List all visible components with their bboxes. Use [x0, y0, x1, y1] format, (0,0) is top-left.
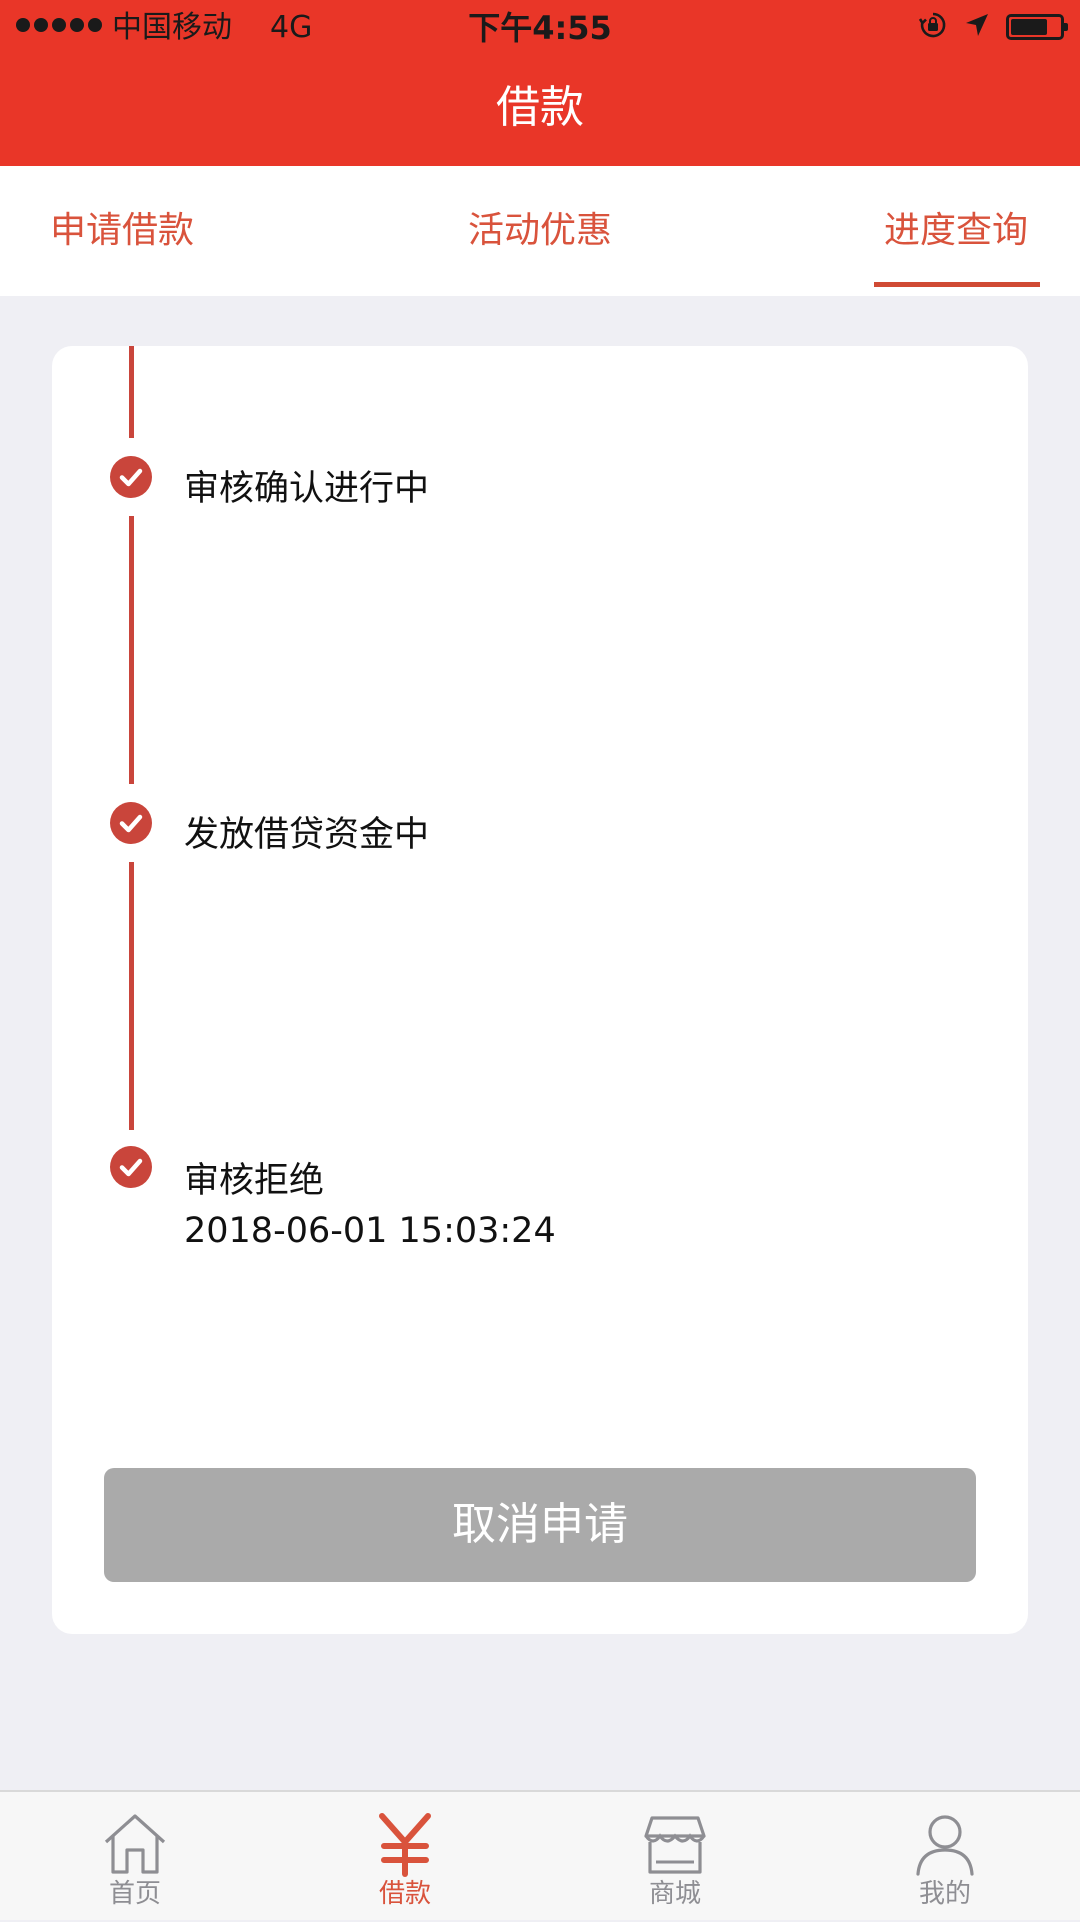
- tab-progress-query[interactable]: 进度查询: [884, 206, 1028, 256]
- tabbar-label: 商城: [648, 1879, 701, 1909]
- bottom-tab-bar: 首页 借款 商城 我的: [0, 1790, 1080, 1920]
- check-circle-icon: [110, 802, 152, 844]
- tabbar-item-me[interactable]: 我的: [855, 1792, 1035, 1922]
- check-circle-icon: [110, 1146, 152, 1188]
- tabbar-label: 我的: [918, 1879, 971, 1909]
- rotation-lock-icon: [918, 10, 948, 44]
- timeline-step-time: 2018-06-01 15:03:24: [184, 1211, 556, 1251]
- top-bar: 中国移动 4G 下午4:55 借款: [0, 0, 1080, 166]
- timeline-connector: [129, 862, 134, 1130]
- tabbar-label: 首页: [108, 1879, 161, 1909]
- status-bar: 中国移动 4G 下午4:55: [0, 0, 1080, 56]
- page-title: 借款: [496, 82, 584, 133]
- tabbar-item-loan[interactable]: 借款: [315, 1792, 495, 1922]
- user-icon: [910, 1810, 980, 1878]
- battery-icon: [1006, 14, 1068, 40]
- timeline-step-title: 审核确认进行中: [184, 469, 430, 509]
- segment-tabs: 申请借款 活动优惠 进度查询: [0, 166, 1080, 296]
- check-circle-icon: [110, 456, 152, 498]
- timeline-step-title: 发放借贷资金中: [184, 815, 430, 855]
- tabbar-item-home[interactable]: 首页: [45, 1792, 225, 1922]
- yen-icon: [370, 1810, 440, 1878]
- cancel-application-button[interactable]: 取消申请: [104, 1468, 976, 1582]
- progress-card: 审核确认进行中 发放借贷资金中 审核拒绝 2018-06-01 15:03:24…: [52, 346, 1028, 1634]
- shop-icon: [640, 1810, 710, 1878]
- timeline-connector: [129, 516, 134, 784]
- tabbar-item-mall[interactable]: 商城: [585, 1792, 765, 1922]
- timeline-step-title: 审核拒绝: [184, 1161, 325, 1201]
- location-arrow-icon: [964, 12, 990, 42]
- active-tab-indicator: [874, 282, 1040, 287]
- status-right-icons: [918, 10, 1068, 44]
- home-icon: [100, 1810, 170, 1878]
- tabbar-label: 借款: [378, 1879, 431, 1909]
- timeline-connector: [129, 346, 134, 438]
